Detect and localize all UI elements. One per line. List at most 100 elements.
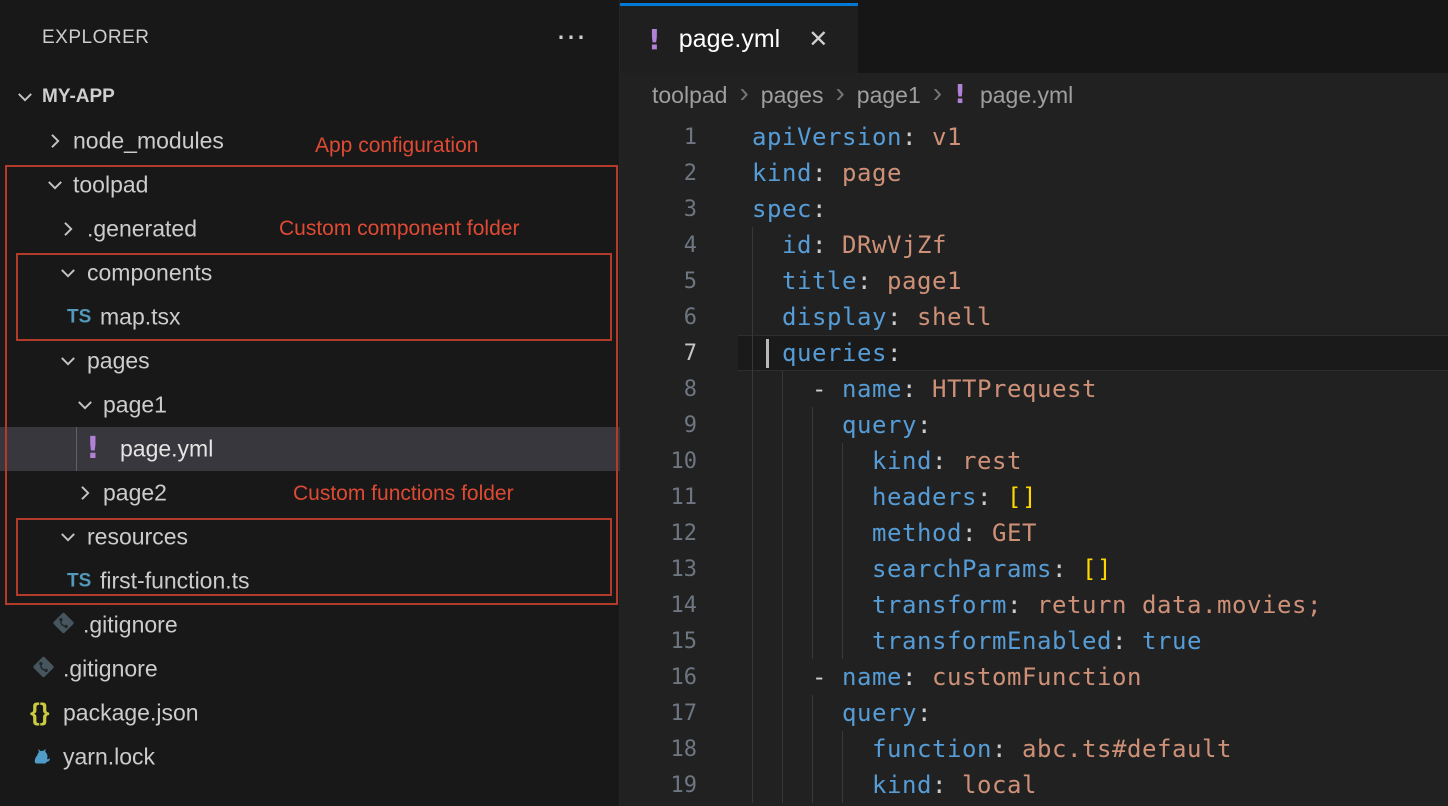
indent-guide [782, 659, 812, 695]
code-line-15[interactable]: 15transformEnabled: true [620, 623, 1448, 659]
indent-guide [752, 371, 782, 407]
code-line-11[interactable]: 11 headers: [] [620, 479, 1448, 515]
token-pun: : [887, 303, 917, 331]
token-key: query [842, 411, 917, 439]
token-pun: : [1112, 627, 1142, 655]
code-line-17[interactable]: 17query: [620, 695, 1448, 731]
code-line-2[interactable]: 2kind: page [620, 155, 1448, 191]
token-str: customFunction [932, 663, 1142, 691]
tree-row-page1[interactable]: page1 [0, 383, 620, 427]
code-line-18[interactable]: 18function: abc.ts#default [620, 731, 1448, 767]
code-area[interactable]: 1apiVersion: v12kind: page3spec:4id: DRw… [620, 117, 1448, 803]
indent-guide [842, 479, 872, 515]
line-content: title: page1 [752, 263, 962, 299]
line-number: 12 [620, 521, 697, 546]
token-key: title [782, 267, 857, 295]
chevron-down-icon[interactable] [14, 86, 36, 108]
line-number: 5 [620, 269, 697, 294]
chevron-down-icon[interactable] [57, 262, 79, 284]
tab-page-yml[interactable]: ! page.yml ✕ [620, 3, 858, 73]
tree-label: yarn.lock [63, 744, 155, 771]
line-number: 11 [620, 485, 697, 510]
code-line-9[interactable]: 9query: [620, 407, 1448, 443]
annotation-custom-component-folder: Custom component folder [279, 217, 519, 241]
close-icon[interactable]: ✕ [808, 28, 828, 52]
code-line-4[interactable]: 4id: DRwVjZf [620, 227, 1448, 263]
indent-guide [752, 515, 782, 551]
code-line-1[interactable]: 1apiVersion: v1 [620, 119, 1448, 155]
code-line-10[interactable]: 10kind: rest [620, 443, 1448, 479]
code-line-16[interactable]: 16- name: customFunction [620, 659, 1448, 695]
tree-row-components[interactable]: components [0, 251, 620, 295]
chevron-down-icon[interactable] [57, 350, 79, 372]
token-key: true [1142, 627, 1202, 655]
indent-guide [782, 443, 812, 479]
breadcrumb-file[interactable]: page.yml [980, 82, 1073, 109]
code-line-12[interactable]: 12method: GET [620, 515, 1448, 551]
git-file-icon [30, 654, 57, 685]
chevron-down-icon[interactable] [44, 174, 66, 196]
tree-row-node-modules[interactable]: node_modules [0, 119, 620, 163]
line-content: kind: local [752, 767, 1037, 803]
warning-file-icon: ! [86, 434, 100, 464]
code-line-7[interactable]: 7 queries: [620, 335, 1448, 371]
indent-guide [782, 587, 812, 623]
code-line-3[interactable]: 3spec: [620, 191, 1448, 227]
tree-row-gitignore[interactable]: .gitignore [0, 647, 620, 691]
token-str: page1 [887, 267, 962, 295]
line-content: kind: rest [752, 443, 1022, 479]
tree-row-resources[interactable]: resources [0, 515, 620, 559]
chevron-right-icon[interactable] [74, 482, 96, 504]
code-line-6[interactable]: 6display: shell [620, 299, 1448, 335]
chevron-down-icon[interactable] [57, 526, 79, 548]
line-number: 7 [620, 341, 697, 366]
tree-row-first-function-ts[interactable]: TSfirst-function.ts [0, 559, 620, 603]
line-content: searchParams: [] [752, 551, 1112, 587]
code-line-19[interactable]: 19kind: local [620, 767, 1448, 803]
chevron-right-icon[interactable] [57, 218, 79, 240]
breadcrumb-page1[interactable]: page1 [857, 82, 921, 109]
chevron-down-icon[interactable] [74, 394, 96, 416]
code-line-8[interactable]: 8- name: HTTPrequest [620, 371, 1448, 407]
more-actions-icon[interactable]: ⋯ [556, 23, 586, 53]
chevron-right-icon[interactable] [44, 130, 66, 152]
tree-row-toolpad[interactable]: toolpad [0, 163, 620, 207]
code-line-13[interactable]: 13searchParams: [] [620, 551, 1448, 587]
token-str: abc.ts#default [1022, 735, 1232, 763]
tab-bar: ! page.yml ✕ [620, 0, 1448, 73]
tree-row-gitignore[interactable]: .gitignore [0, 603, 620, 647]
tree-row-package-json[interactable]: {}package.json [0, 691, 620, 735]
tree-label: pages [87, 348, 150, 375]
line-number: 8 [620, 377, 697, 402]
tree-label: .gitignore [63, 656, 158, 683]
code-line-14[interactable]: 14transform: return data.movies; [620, 587, 1448, 623]
token-pun: : [962, 519, 992, 547]
token-pun: : [932, 447, 962, 475]
token-pun: : [917, 699, 932, 727]
tree-row-pages[interactable]: pages [0, 339, 620, 383]
tree-row-map-tsx[interactable]: TSmap.tsx [0, 295, 620, 339]
tree-label: toolpad [73, 172, 148, 199]
line-content: queries: [752, 335, 902, 371]
tree-label: page.yml [120, 436, 213, 463]
token-pun: - [812, 663, 842, 691]
code-line-5[interactable]: 5 title: page1 [620, 263, 1448, 299]
text-cursor [766, 339, 769, 368]
indent-guide [812, 767, 842, 803]
line-content: headers: [] [752, 479, 1037, 515]
indent-guide [812, 479, 842, 515]
tree-row-yarn-lock[interactable]: yarn.lock [0, 735, 620, 779]
indent-guide [752, 551, 782, 587]
breadcrumb-pages[interactable]: pages [761, 82, 824, 109]
tree-row-page-yml[interactable]: ! page.yml [0, 427, 620, 471]
token-key: apiVersion [752, 123, 902, 151]
breadcrumb-toolpad[interactable]: toolpad [652, 82, 727, 109]
annotation-app-configuration: App configuration [315, 134, 478, 158]
tree-row-my-app[interactable]: MY-APP [0, 75, 620, 119]
line-number: 3 [620, 197, 697, 222]
token-br: [] [1082, 555, 1112, 583]
indent-guide [842, 731, 872, 767]
indent-guide [782, 371, 812, 407]
json-file-icon: {} [30, 701, 49, 726]
indent-guide [752, 623, 782, 659]
